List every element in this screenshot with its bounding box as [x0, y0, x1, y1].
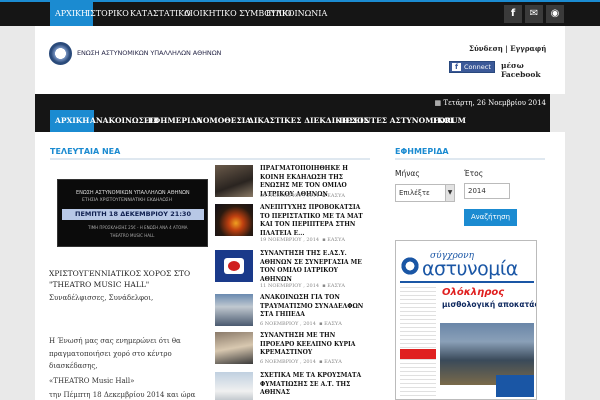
news-item[interactable]: ΣΥΝΑΝΤΗΣΗ ΜΕ ΤΗΝ ΠΡΟΕΔΡΟ ΚΕΕΛΠΝΟ ΚΥΡΙΑ Κ…	[215, 332, 367, 367]
news-item[interactable]: ΑΝΕΠΙΤΥΧΗΣ ΠΡΟΒΟΚΑΤΣΙΑ ΤΟ ΠΕΡΙΣΤΑΤΙΚΟ ΜΕ…	[215, 204, 370, 243]
news-meta: 6 ΝΟΕΜΒΡΙΟΥ , 2014 ▪ ΕΑΣΥΑ	[260, 359, 342, 365]
section-divider	[395, 158, 545, 160]
nav-newspaper[interactable]: ΕΦΗΜΕΡΙΔΑ	[148, 110, 202, 132]
masthead-rule	[400, 281, 534, 283]
news-title[interactable]: ΣΥΝΑΝΤΗΣΗ ΜΕ ΤΗΝ ΠΡΟΕΔΡΟ ΚΕΕΛΠΝΟ ΚΥΡΙΑ Κ…	[260, 332, 370, 358]
news-title[interactable]: ΣΥΝΑΝΤΗΣΗ ΤΗΣ Ε.ΑΣ.Υ. ΑΘΗΝΩΝ ΣΕ ΣΥΝΕΡΓΑΣ…	[260, 250, 370, 284]
month-label: Μήνας	[395, 169, 420, 178]
via-facebook-text: μέσω Facebook	[501, 61, 541, 79]
month-select[interactable]: Επιλέξτε ▼	[395, 184, 455, 202]
search-button[interactable]: Αναζήτηση	[464, 209, 517, 226]
login-register-link[interactable]: Σύνδεση | Εγγραφή	[469, 44, 546, 53]
news-meta: 6 ΝΟΕΜΒΡΙΟΥ , 2014 ▪ ΕΑΣΥΑ	[260, 321, 342, 327]
rss-icon[interactable]: ◉	[546, 5, 564, 23]
news-thumbnail	[215, 294, 253, 326]
facebook-connect-label: Connect	[464, 63, 491, 71]
feature-date-band: ΠΕΜΠΤΗ 18 ΔΕΚΕΜΒΡΙΟΥ 21:30	[62, 209, 204, 220]
newspaper-heading: ΕΦΗΜΕΡΙΔΑ	[395, 147, 449, 156]
news-meta: 23 ΝΟΕΜΒΡΙΟΥ , 2014 ▪ ΕΑΣΥΑ	[260, 193, 345, 199]
mail-icon[interactable]: ✉	[525, 5, 543, 23]
nav-forum[interactable]: FORUM	[433, 110, 466, 132]
feature-line-2: ΕΤΗΣΙΑ ΧΡΙΣΤΟΥΓΕΝΝΙΑΤΙΚΗ ΕΚΔΗΛΩΣΗ	[82, 198, 172, 203]
nav-legislation[interactable]: ΝΟΜΟΘΕΣΙΑ	[196, 110, 251, 132]
facebook-icon[interactable]: f	[504, 5, 522, 23]
top-nav-contact[interactable]: ΕΠΙΚΟΙΝΩΝΙΑ	[266, 2, 327, 26]
top-nav-statute[interactable]: ΚΑΤΑΣΤΑΤΙΚΟ	[130, 2, 191, 26]
site-logo[interactable]: ΕΝΩΣΗ ΑΣΤΥΝΟΜΙΚΩΝ ΥΠΑΛΛΗΛΩΝ ΑΘΗΝΩΝ	[49, 42, 221, 66]
page: ΑΡΧΙΚΗ ΙΣΤΟΡΙΚΟ ΚΑΤΑΣΤΑΤΙΚΟ ΔΙΟΙΚΗΤΙΚΟ Σ…	[0, 0, 600, 400]
year-label: Έτος	[464, 169, 484, 178]
site-header: ΕΝΩΣΗ ΑΣΤΥΝΟΜΙΚΩΝ ΥΠΑΛΛΗΛΩΝ ΑΘΗΝΩΝ Σύνδε…	[35, 26, 565, 94]
news-meta: 19 ΝΟΕΜΒΡΙΟΥ , 2014 ▪ ΕΑΣΥΑ	[260, 237, 345, 243]
current-date-text: Τετάρτη, 26 Νοεμβρίου 2014	[443, 99, 546, 107]
newspaper-masthead: σύγχρονη αστυνομία	[400, 251, 534, 280]
excerpt-line: την Πέμπτη 18 Δεκεμβρίου 2014 και ώρα	[49, 391, 196, 399]
cover-side-column	[400, 287, 436, 397]
nav-home[interactable]: ΑΡΧΙΚΗ	[50, 110, 95, 132]
news-thumbnail	[215, 165, 253, 197]
news-title[interactable]: ΑΝΕΠΙΤΥΧΗΣ ΠΡΟΒΟΚΑΤΣΙΑ ΤΟ ΠΕΡΙΣΤΑΤΙΚΟ ΜΕ…	[260, 204, 370, 238]
news-item[interactable]: ΠΡΑΓΜΑΤΟΠΟΙΗΘΗΚΕ Η ΚΟΙΝΗ ΕΚΔΗΛΩΣΗ ΤΗΣ ΕΝ…	[215, 165, 367, 200]
news-thumbnail	[215, 204, 253, 236]
current-date: ▦ Τετάρτη, 26 Νοεμβρίου 2014	[435, 99, 546, 107]
facebook-icon: f	[452, 63, 461, 71]
year-input[interactable]: 2014	[464, 183, 510, 199]
feature-line-3: ΤΙΜΗ ΠΡΟΣΚΛΗΣΗΣ 25€ - Η ΕΝΩΣΗ ΑΝΑ 4 ΑΤΟΜ…	[88, 225, 188, 230]
top-nav-history[interactable]: ΙΣΤΟΡΙΚΟ	[87, 2, 129, 26]
content-area: ΤΕΛΕΥΤΑΙΑ ΝΕΑ ΕΝΩΣΗ ΑΣΤΥΝΟΜΙΚΩΝ ΥΠΑΛΛΗΛΩ…	[35, 132, 565, 400]
cover-red-box	[400, 349, 436, 359]
latest-news-heading: ΤΕΛΕΥΤΑΙΑ ΝΕΑ	[50, 147, 121, 156]
newspaper-cover[interactable]: σύγχρονη αστυνομία Ολόκληρος μισθολογική…	[395, 240, 537, 400]
news-title[interactable]: ΑΝΑΚΟΙΝΩΣΗ ΓΙΑ ΤΟΝ ΤΡΑΥΜΑΤΙΣΜΟ ΣΥΝΑΔΕΛΦΩ…	[260, 294, 370, 320]
featured-image[interactable]: ΕΝΩΣΗ ΑΣΤΥΝΟΜΙΚΩΝ ΥΠΑΛΛΗΛΩΝ ΑΘΗΝΩΝ ΕΤΗΣΙ…	[57, 179, 208, 247]
facebook-connect-button[interactable]: f Connect	[449, 61, 495, 73]
month-select-value: Επιλέξτε	[399, 189, 430, 197]
news-item[interactable]: ΣΥΝΑΝΤΗΣΗ ΤΗΣ Ε.ΑΣ.Υ. ΑΘΗΝΩΝ ΣΕ ΣΥΝΕΡΓΑΣ…	[215, 250, 370, 289]
cover-headline: Ολόκληρος μισθολογική αποκατάσταση	[440, 287, 536, 321]
news-title[interactable]: ΣΧΕΤΙΚΑ ΜΕ ΤΑ ΚΡΟΥΣΜΑΤΑ ΦΥΜΑΤΙΩΣΗΣ ΣΕ Α.…	[260, 372, 370, 398]
logo-text: ΕΝΩΣΗ ΑΣΤΥΝΟΜΙΚΩΝ ΥΠΑΛΛΗΛΩΝ ΑΘΗΝΩΝ	[77, 49, 222, 57]
news-item[interactable]: ΑΝΑΚΟΙΝΩΣΗ ΓΙΑ ΤΟΝ ΤΡΑΥΜΑΤΙΣΜΟ ΣΥΝΑΔΕΛΦΩ…	[215, 294, 367, 329]
feature-line-1: ΕΝΩΣΗ ΑΣΤΥΝΟΜΙΚΩΝ ΥΠΑΛΛΗΛΩΝ ΑΘΗΝΩΝ	[76, 190, 190, 196]
excerpt-line: Η Ένωσή μας σας ενημερώνει ότι θα	[49, 337, 181, 345]
feature-line-4: THEATRO MUSIC HALL	[110, 233, 155, 238]
news-meta: 11 ΝΟΕΜΒΡΙΟΥ , 2014 ▪ ΕΑΣΥΑ	[260, 283, 345, 289]
masthead-big: αστυνομία	[422, 258, 518, 280]
excerpt-line: «THEATRO Music Hall»	[49, 377, 135, 385]
news-thumbnail	[215, 332, 253, 364]
top-bar: ΑΡΧΙΚΗ ΙΣΤΟΡΙΚΟ ΚΑΤΑΣΤΑΤΙΚΟ ΔΙΟΙΚΗΤΙΚΟ Σ…	[0, 0, 600, 26]
news-thumbnail	[215, 250, 253, 282]
news-item[interactable]: ΣΧΕΤΙΚΑ ΜΕ ΤΑ ΚΡΟΥΣΜΑΤΑ ΦΥΜΑΤΙΩΣΗΣ ΣΕ Α.…	[215, 372, 367, 400]
news-thumbnail	[215, 372, 253, 400]
chevron-down-icon: ▼	[445, 185, 454, 201]
excerpt-line: Συναδέλφισσες, Συνάδελφοι,	[49, 294, 154, 302]
calendar-icon: ▦	[434, 99, 442, 107]
section-divider	[50, 158, 370, 160]
cover-box	[496, 375, 534, 397]
excerpt-line: διασκέδασης,	[49, 362, 98, 370]
featured-title[interactable]: ΧΡΙΣΤΟΥΓΕΝΝΙΑΤΙΚΟΣ ΧΟΡΟΣ ΣΤΟ "THEATRO MU…	[49, 268, 209, 290]
police-seal-icon	[400, 256, 420, 276]
excerpt-line: πραγματοποιήσει χορό στο κέντρο	[49, 350, 172, 358]
main-nav: ▦ Τετάρτη, 26 Νοεμβρίου 2014 ΑΡΧΙΚΗ ΑΝΑΚ…	[35, 94, 550, 132]
union-seal-icon	[49, 42, 72, 65]
